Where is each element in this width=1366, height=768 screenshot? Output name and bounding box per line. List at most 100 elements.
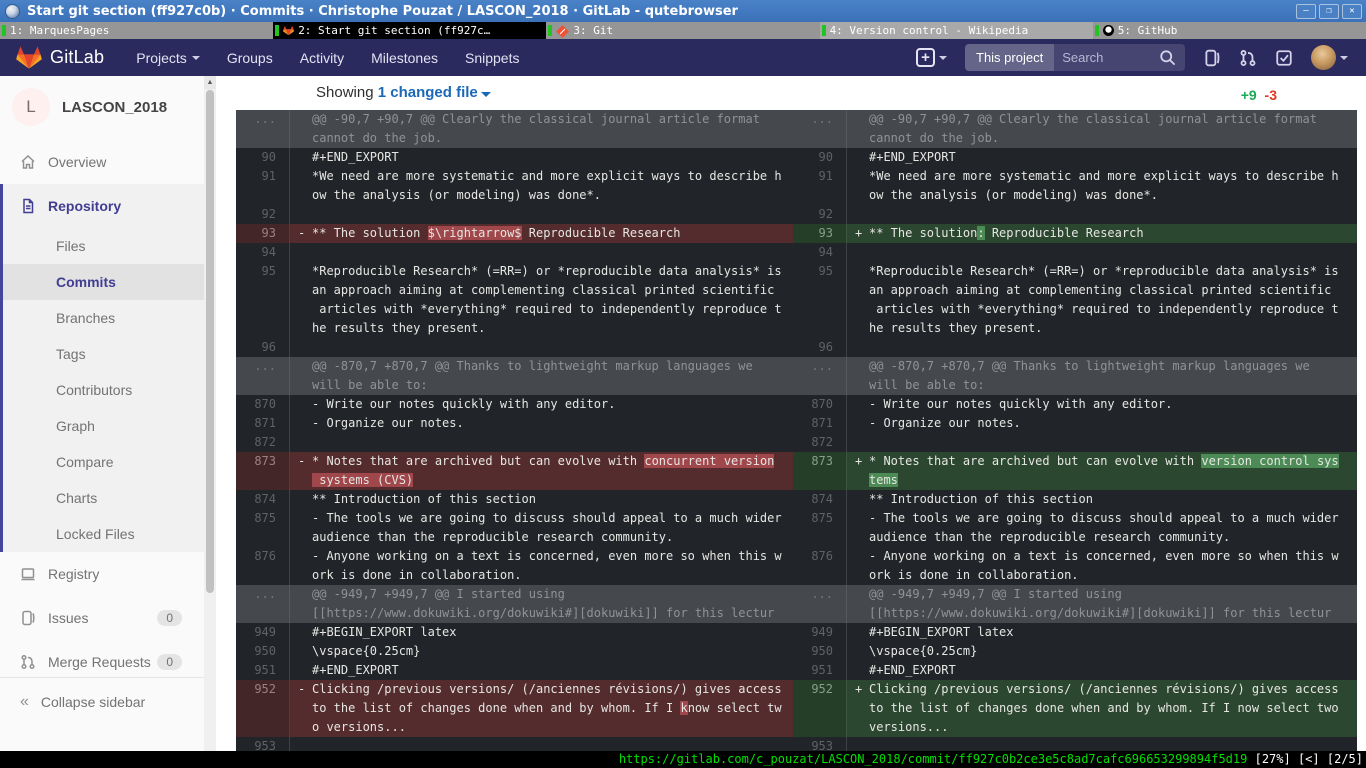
line-number[interactable]: 949 [236,623,290,642]
user-menu[interactable] [1311,45,1348,70]
diff-line-content: *We need are more systematic and more ex… [290,167,793,205]
line-number[interactable]: 874 [236,490,290,509]
line-number[interactable]: ... [793,110,847,148]
gitlab-logo-icon[interactable] [16,45,42,70]
line-number[interactable]: 950 [236,642,290,661]
restore-button[interactable]: ❐ [1319,4,1339,19]
chevron-down-icon[interactable] [481,92,491,97]
line-number[interactable]: 876 [236,547,290,585]
browser-tab-5[interactable]: 5: GitHub [1093,22,1366,39]
nav-activity[interactable]: Activity [300,50,344,66]
line-number[interactable]: 951 [793,661,847,680]
sidebar-item-contributors[interactable]: Contributors [3,372,204,408]
browser-statusbar[interactable]: https://gitlab.com/c_pouzat/LASCON_2018/… [0,751,1366,768]
line-number[interactable]: 91 [236,167,290,205]
issues-dashboard-icon[interactable] [1203,49,1221,67]
line-number[interactable]: 875 [793,509,847,547]
browser-tab-2[interactable]: 2: Start git section (ff927c… [273,22,546,39]
sidebar-item-files[interactable]: Files [3,228,204,264]
search-scope-label[interactable]: This project [965,44,1054,71]
sidebar-item-issues[interactable]: Issues 0 [0,596,204,640]
diff-stats: +9 -3 [1241,87,1277,103]
nav-groups[interactable]: Groups [227,50,273,66]
line-number[interactable]: 874 [793,490,847,509]
line-number[interactable]: 96 [793,338,847,357]
browser-tab-4[interactable]: 4: Version control - Wikipedia [820,22,1093,39]
line-number[interactable]: 94 [236,243,290,262]
line-number[interactable]: 94 [793,243,847,262]
changed-files-dropdown[interactable]: 1 changed file [378,84,478,101]
line-number[interactable]: 90 [236,148,290,167]
sidebar-item-charts[interactable]: Charts [3,480,204,516]
search-icon[interactable] [1159,49,1177,67]
sidebar-item-branches[interactable]: Branches [3,300,204,336]
search-input[interactable] [1054,50,1159,65]
line-number[interactable]: 92 [236,205,290,224]
browser-tab-3[interactable]: 3: Git [546,22,819,39]
line-number[interactable]: 949 [793,623,847,642]
sidebar-item-tags[interactable]: Tags [3,336,204,372]
line-number[interactable]: 90 [793,148,847,167]
line-number[interactable]: 950 [793,642,847,661]
scrollbar-up-arrow-icon[interactable]: ▲ [204,76,216,89]
nav-snippets[interactable]: Snippets [465,50,519,66]
sidebar-item-compare[interactable]: Compare [3,444,204,480]
sidebar-item-repository[interactable]: Repository [3,184,204,228]
diff-row: 872 [236,433,793,452]
sidebar-item-overview[interactable]: Overview [0,140,204,184]
sidebar-item-graph[interactable]: Graph [3,408,204,444]
line-number[interactable]: 952 [236,680,290,737]
line-number[interactable]: 870 [236,395,290,414]
line-number[interactable]: 871 [793,414,847,433]
line-number[interactable]: 872 [793,433,847,452]
diff-line-content: - The tools we are going to discuss shou… [290,509,793,547]
close-button[interactable]: ✕ [1342,4,1362,19]
merge-requests-icon[interactable] [1239,49,1257,67]
diff-line-content [847,737,1357,751]
line-number[interactable]: 871 [236,414,290,433]
line-number[interactable]: ... [793,357,847,395]
sidebar-item-commits[interactable]: Commits [3,264,204,300]
window-titlebar[interactable]: Start git section (ff927c0b) · Commits ·… [0,0,1366,22]
line-number[interactable]: 93 [793,224,847,243]
browser-tab-1[interactable]: 1: MarquesPages [0,22,273,39]
line-number[interactable]: 876 [793,547,847,585]
new-menu-button[interactable]: + [916,48,947,67]
line-number[interactable]: ... [236,357,290,395]
line-number[interactable]: 93 [236,224,290,243]
project-header[interactable]: L LASCON_2018 [0,76,204,140]
line-number[interactable]: 873 [236,452,290,490]
line-number[interactable]: 953 [793,737,847,751]
minimize-button[interactable]: – [1296,4,1316,19]
line-number[interactable]: ... [236,585,290,623]
diff-view: ...@@ -90,7 +90,7 @@ Clearly the classic… [236,110,1357,751]
line-number[interactable]: 95 [236,262,290,338]
sidebar-scrollbar[interactable]: ▲ [204,76,216,751]
collapse-sidebar-button[interactable]: « Collapse sidebar [0,677,204,725]
line-number[interactable]: 951 [236,661,290,680]
nav-milestones[interactable]: Milestones [371,50,438,66]
line-number[interactable]: ... [236,110,290,148]
line-number[interactable]: 953 [236,737,290,751]
diff-row: 92 [793,205,1357,224]
line-number[interactable]: 870 [793,395,847,414]
gitlab-wordmark[interactable]: GitLab [50,47,104,68]
line-number[interactable]: 92 [793,205,847,224]
todos-icon[interactable] [1275,49,1293,67]
line-number[interactable]: 875 [236,509,290,547]
tab-load-indicator [275,25,279,36]
diff-row: ...@@ -90,7 +90,7 @@ Clearly the classic… [236,110,793,148]
sidebar-item-locked-files[interactable]: Locked Files [3,516,204,552]
line-number[interactable]: 91 [793,167,847,205]
sidebar-item-registry[interactable]: Registry [0,552,204,596]
diff-row: 950\vspace{0.25cm} [236,642,793,661]
line-number[interactable]: 872 [236,433,290,452]
line-number[interactable]: ... [793,585,847,623]
line-number[interactable]: 95 [793,262,847,338]
nav-projects[interactable]: Projects [136,50,200,66]
line-number[interactable]: 873 [793,452,847,490]
line-number[interactable]: 952 [793,680,847,737]
scrollbar-thumb[interactable] [206,90,214,593]
diff-row: ...@@ -870,7 +870,7 @@ Thanks to lightwe… [793,357,1357,395]
line-number[interactable]: 96 [236,338,290,357]
